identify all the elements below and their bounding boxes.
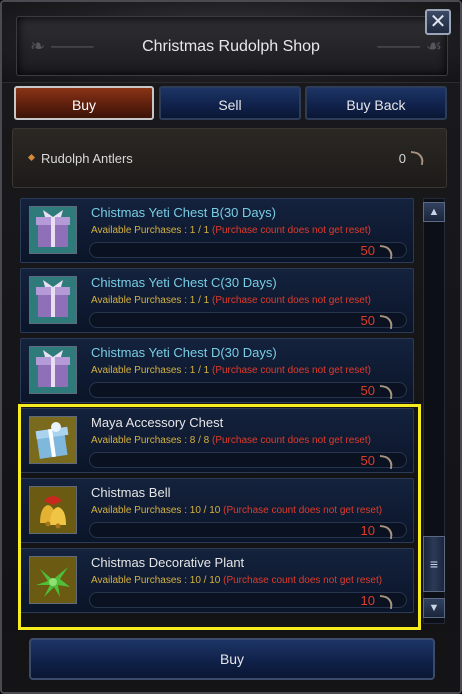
purple-gift-icon bbox=[29, 276, 77, 324]
availability-label: Available Purchases : 1 / 1 bbox=[91, 295, 210, 306]
list-item[interactable]: Chistmas Yeti Chest B(30 Days) Available… bbox=[20, 198, 414, 263]
currency-panel: Rudolph Antlers 0 bbox=[12, 128, 447, 188]
item-availability: Available Purchases : 1 / 1 (Purchase co… bbox=[91, 225, 407, 236]
purple-gift-icon bbox=[29, 206, 77, 254]
buy-button[interactable]: Buy bbox=[29, 638, 435, 680]
item-name: Chistmas Yeti Chest D(30 Days) bbox=[91, 345, 277, 360]
price-bar bbox=[89, 242, 407, 258]
bullet-icon bbox=[27, 153, 36, 162]
availability-label: Available Purchases : 1 / 1 bbox=[91, 225, 210, 236]
availability-note: (Purchase count does not get reset) bbox=[212, 225, 371, 236]
availability-note: (Purchase count does not get reset) bbox=[212, 365, 371, 376]
currency-amount: 0 bbox=[398, 151, 406, 166]
list-item[interactable]: Chistmas Yeti Chest C(30 Days) Available… bbox=[20, 268, 414, 333]
purple-gift-icon bbox=[29, 346, 77, 394]
scroll-up-button[interactable]: ▲ bbox=[423, 202, 445, 222]
item-availability: Available Purchases : 1 / 1 (Purchase co… bbox=[91, 295, 407, 306]
tab-sell[interactable]: Sell bbox=[159, 86, 301, 120]
tab-buy-back[interactable]: Buy Back bbox=[305, 86, 447, 120]
item-price: 50 bbox=[360, 243, 375, 258]
scrollbar-thumb[interactable]: ≡ bbox=[423, 536, 445, 592]
item-name: Chistmas Yeti Chest B(30 Days) bbox=[91, 205, 276, 220]
shop-window: ❧ ⸻ ⸻ ☙ Christmas Rudolph Shop ✕ Buy Sel… bbox=[0, 0, 462, 694]
antler-icon bbox=[409, 150, 425, 166]
title-bar: ❧ ⸻ ⸻ ☙ Christmas Rudolph Shop bbox=[2, 2, 460, 83]
price-bar bbox=[89, 382, 407, 398]
price-bar bbox=[89, 312, 407, 328]
tab-buy[interactable]: Buy bbox=[14, 86, 154, 120]
item-price: 50 bbox=[360, 313, 375, 328]
window-title: Christmas Rudolph Shop bbox=[142, 38, 320, 55]
list-item[interactable]: Chistmas Yeti Chest D(30 Days) Available… bbox=[20, 338, 414, 403]
highlight-box bbox=[18, 404, 421, 630]
item-price: 50 bbox=[360, 383, 375, 398]
scroll-down-button[interactable]: ▼ bbox=[423, 598, 445, 618]
currency-name: Rudolph Antlers bbox=[41, 151, 133, 166]
close-icon[interactable]: ✕ bbox=[425, 9, 451, 35]
availability-label: Available Purchases : 1 / 1 bbox=[91, 365, 210, 376]
item-availability: Available Purchases : 1 / 1 (Purchase co… bbox=[91, 365, 407, 376]
availability-note: (Purchase count does not get reset) bbox=[212, 295, 371, 306]
item-name: Chistmas Yeti Chest C(30 Days) bbox=[91, 275, 277, 290]
